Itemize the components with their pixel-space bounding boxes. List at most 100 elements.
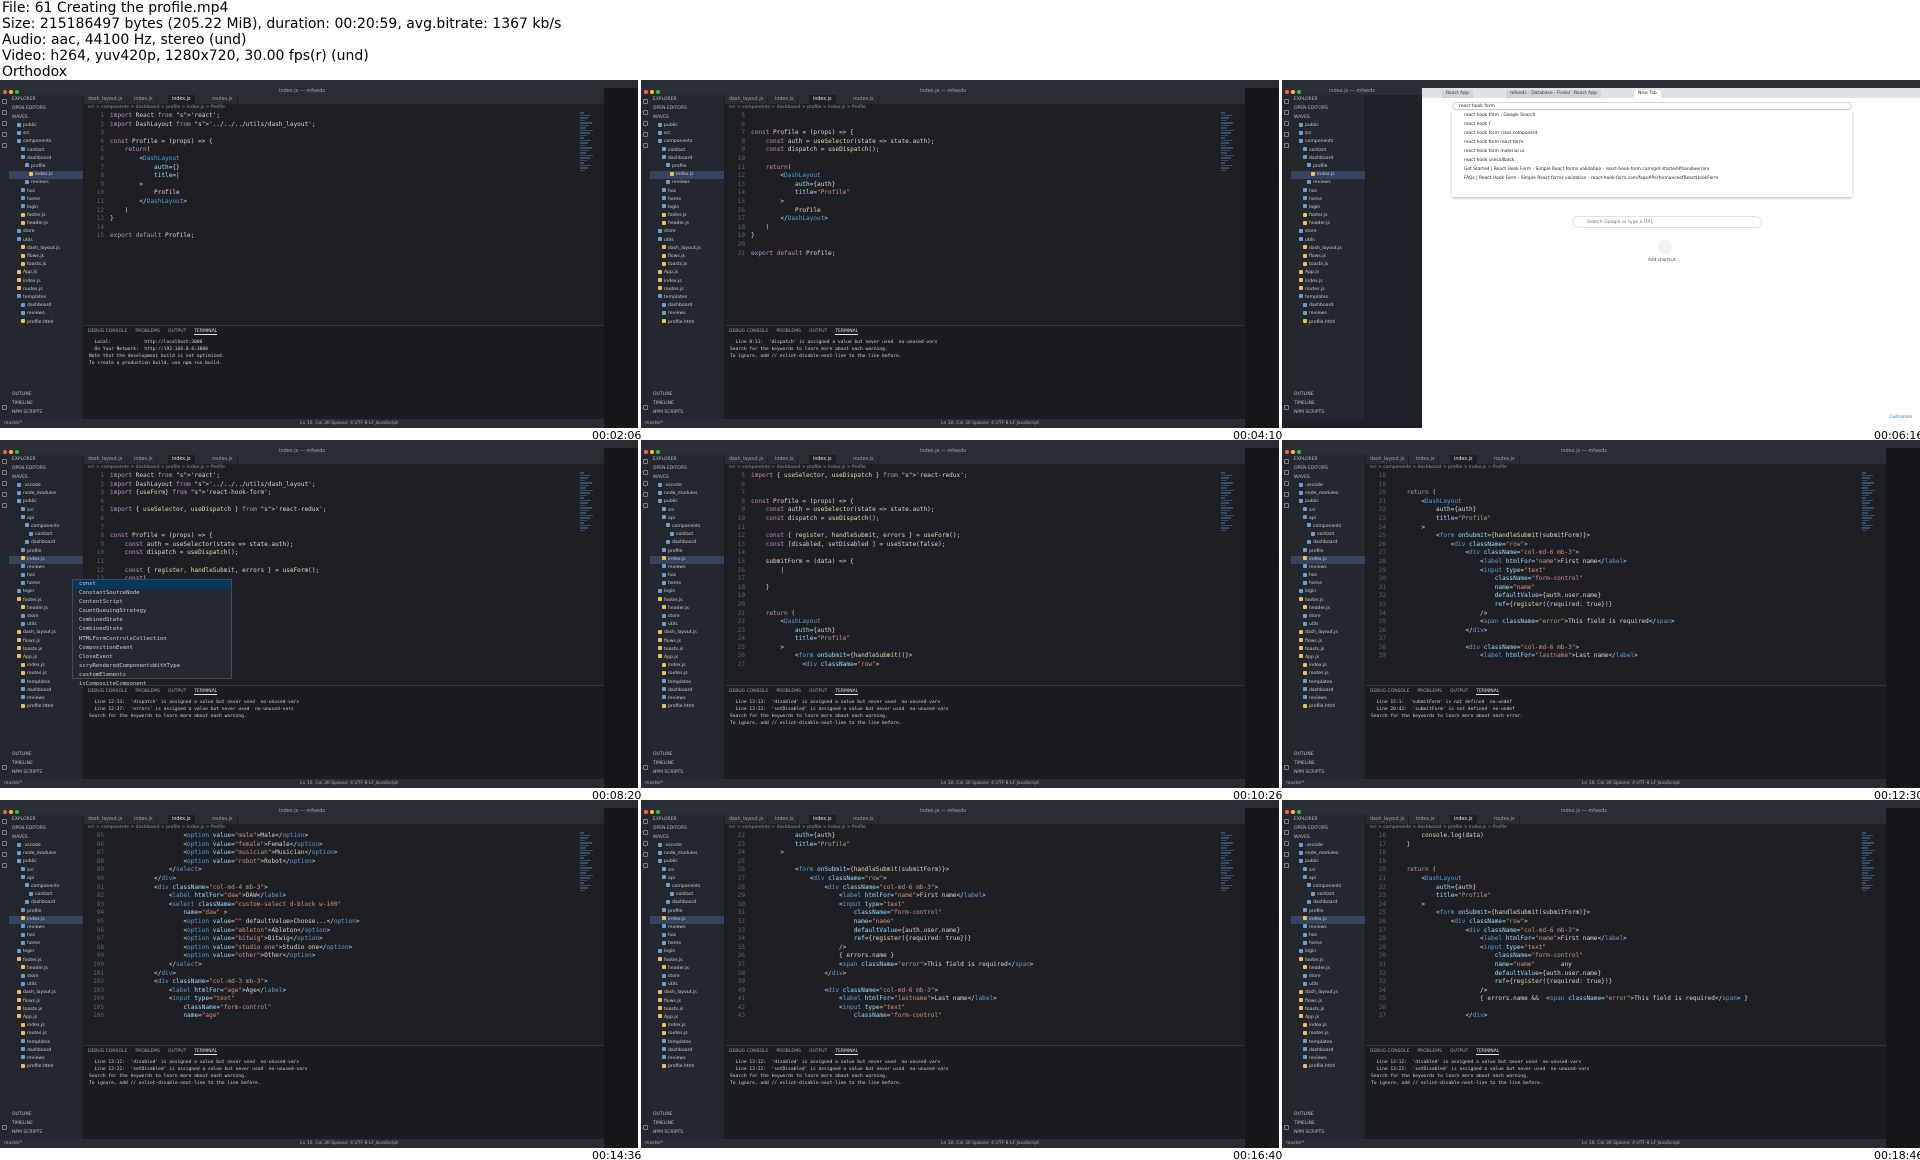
file-tree-item[interactable]: templates	[9, 1039, 83, 1047]
git-branch[interactable]: master*	[1286, 1141, 1304, 1146]
files-icon[interactable]	[643, 459, 648, 464]
file-tree-item[interactable]: utils	[1291, 981, 1365, 989]
file-tree-item[interactable]: src	[650, 507, 724, 515]
file-tree-item[interactable]: components	[650, 523, 724, 531]
code-text[interactable]: auth={auth}	[1392, 884, 1476, 891]
sidebar-section-header[interactable]: TIMELINE	[650, 759, 686, 768]
file-tree-item[interactable]: hoc	[9, 932, 83, 940]
code-text[interactable]: import DashLayout from "s">'../../../uti…	[110, 481, 315, 488]
open-editors-section[interactable]: OPEN EDITORS	[1291, 464, 1365, 473]
run-debug-icon[interactable]	[643, 132, 648, 137]
cursor-position[interactable]: Ln 10, Col 30 Spaces: 4 UTF-8 LF JavaScr…	[941, 419, 1039, 428]
file-tree-item[interactable]: toasts.js	[1291, 1006, 1365, 1014]
gear-icon[interactable]	[2, 1125, 7, 1130]
sidebar-section-header[interactable]: NPM SCRIPTS	[650, 408, 686, 417]
code-text[interactable]: name="daw" >	[110, 909, 227, 916]
panel-tab[interactable]: DEBUG CONSOLE	[1370, 689, 1409, 694]
file-tree-item[interactable]: flows.js	[650, 638, 724, 646]
code-text[interactable]: const [disabled, setDisabled ] = useStat…	[751, 541, 946, 548]
code-text[interactable]: />	[751, 944, 846, 951]
code-text[interactable]: }	[1392, 841, 1411, 848]
file-tree-item[interactable]: hoc	[1291, 572, 1365, 580]
file-tree-item[interactable]: profile.html	[1291, 1063, 1365, 1071]
editor-tab[interactable]: index.js	[1412, 815, 1440, 824]
editor-tab[interactable]: routes.js	[208, 95, 238, 104]
file-tree-item[interactable]: contact	[9, 147, 83, 155]
file-tree-item[interactable]: index.js	[650, 278, 724, 286]
code-text[interactable]: >	[751, 644, 784, 651]
file-tree-item[interactable]: home	[1291, 196, 1365, 204]
code-text[interactable]: const Profile = (props) => {	[751, 129, 854, 136]
file-tree-item[interactable]: App.js	[650, 269, 724, 277]
file-tree-item[interactable]: components	[650, 138, 724, 146]
panel-tab[interactable]: PROBLEMS	[776, 689, 801, 694]
code-text[interactable]: title="Profile"	[751, 635, 850, 642]
git-branch[interactable]: master*	[4, 1141, 22, 1146]
file-tree-item[interactable]: home	[1291, 940, 1365, 948]
file-tree-item[interactable]: profile	[9, 548, 83, 556]
file-tree-item[interactable]: src	[1291, 507, 1365, 515]
code-text[interactable]: </div>	[1392, 627, 1487, 634]
code-text[interactable]: submitForm = (data) => {	[751, 558, 854, 565]
code-text[interactable]: >	[1392, 524, 1425, 531]
minimize-window-button[interactable]	[9, 809, 13, 814]
gear-icon[interactable]	[643, 765, 648, 770]
close-window-button[interactable]	[3, 809, 7, 814]
code-text[interactable]: const dispatch = useDispatch();	[751, 146, 880, 153]
file-tree-item[interactable]: components	[1291, 138, 1365, 146]
file-tree-item[interactable]: contact	[650, 531, 724, 539]
gear-icon[interactable]	[1284, 405, 1289, 410]
open-editors-section[interactable]: OPEN EDITORS	[1291, 104, 1365, 113]
code-text[interactable]: return (	[751, 610, 795, 617]
file-tree-item[interactable]: profile	[650, 163, 724, 171]
extensions-icon[interactable]	[1284, 503, 1289, 508]
add-shortcut-button[interactable]	[1658, 240, 1672, 254]
extensions-icon[interactable]	[2, 863, 7, 868]
code-text[interactable]: <option value="ableton">Ableton</option>	[110, 927, 330, 934]
file-tree-item[interactable]: api	[9, 515, 83, 523]
file-tree-item[interactable]: profile.html	[9, 319, 83, 327]
file-tree-item[interactable]: reviews	[9, 695, 83, 703]
file-tree-item[interactable]: utils	[1291, 237, 1365, 245]
file-tree-item[interactable]: header.js	[1291, 220, 1365, 228]
autocomplete-item[interactable]: CountQueuingStrategy	[73, 607, 231, 616]
code-text[interactable]: className="form-control"	[1392, 952, 1583, 959]
autocomplete-item[interactable]: const	[73, 580, 231, 590]
sidebar-section-header[interactable]: TIMELINE	[9, 759, 45, 768]
code-text[interactable]: ref={register({required: true})}	[751, 935, 971, 942]
sidebar-section-header[interactable]: TIMELINE	[1291, 759, 1327, 768]
source-control-icon[interactable]	[1284, 121, 1289, 126]
source-control-icon[interactable]	[1284, 481, 1289, 486]
code-text[interactable]: const { register, handleSubmit, errors }…	[751, 532, 961, 539]
file-tree-item[interactable]: templates	[9, 679, 83, 687]
zoom-window-button[interactable]	[656, 809, 660, 814]
close-window-button[interactable]	[3, 89, 7, 94]
file-tree-item[interactable]: src	[9, 867, 83, 875]
git-branch[interactable]: master*	[4, 781, 22, 786]
code-text[interactable]: <div className="col-md-6 mb-3">	[1392, 927, 1579, 934]
code-text[interactable]: <input type="text"	[1392, 944, 1546, 951]
file-tree-item[interactable]: header.js	[9, 220, 83, 228]
file-tree-item[interactable]: public	[650, 498, 724, 506]
panel-tab[interactable]: TERMINAL	[835, 1049, 859, 1055]
file-tree-item[interactable]: index.js	[9, 555, 83, 564]
file-tree-item[interactable]: src	[9, 507, 83, 515]
file-tree-item[interactable]: index.js	[650, 1022, 724, 1030]
code-text[interactable]: import React from "s">'react';	[110, 472, 220, 479]
editor-tab[interactable]: routes.js	[208, 455, 238, 464]
file-tree-item[interactable]: login	[650, 588, 724, 596]
file-tree-item[interactable]: .vscode	[650, 842, 724, 850]
code-text[interactable]: </select>	[110, 866, 202, 873]
minimize-window-button[interactable]	[650, 449, 654, 454]
file-tree-item[interactable]: dashboard	[1291, 539, 1365, 547]
open-editors-section[interactable]: OPEN EDITORS	[9, 464, 83, 473]
minimap[interactable]	[580, 472, 594, 532]
file-tree-item[interactable]: store	[9, 973, 83, 981]
panel-tab[interactable]: TERMINAL	[194, 689, 218, 695]
code-text[interactable]: return(	[110, 146, 151, 153]
address-bar[interactable]: react hook form	[1452, 102, 1852, 110]
file-tree-item[interactable]: reviews	[650, 179, 724, 187]
code-text[interactable]: const Profile = (props) => {	[110, 532, 213, 539]
project-folder[interactable]: WAVES	[1291, 833, 1365, 842]
code-text[interactable]: }	[110, 215, 114, 222]
